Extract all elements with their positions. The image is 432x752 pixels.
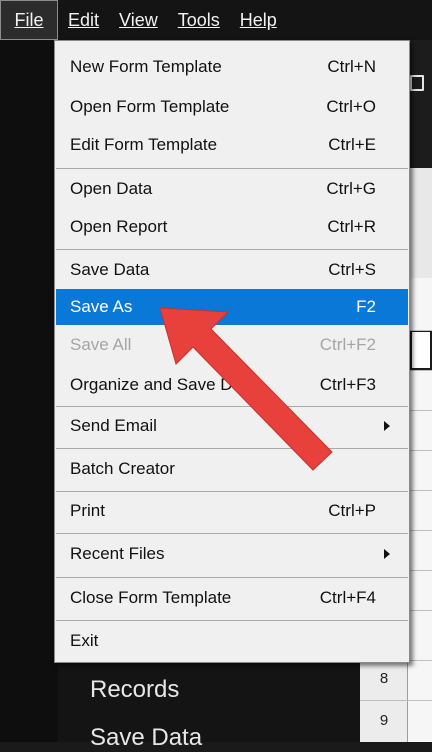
menu-help[interactable]: Help <box>230 0 287 40</box>
chevron-right-icon <box>384 421 390 431</box>
menu-item-new-form-template[interactable]: New Form Template Ctrl+N <box>56 47 408 87</box>
menu-item-label: Save All <box>70 335 132 354</box>
file-menu-dropdown: New Form Template Ctrl+N Open Form Templ… <box>54 40 410 663</box>
menu-item-label: Batch Creator <box>70 459 175 478</box>
menu-item-label: Edit Form Template <box>70 135 218 154</box>
menu-item-shortcut: Ctrl+G <box>326 179 376 198</box>
menu-item-close-form-template[interactable]: Close Form Template Ctrl+F4 <box>56 578 408 618</box>
menu-item-save-data[interactable]: Save Data Ctrl+S <box>56 250 408 290</box>
menu-item-recent-files[interactable]: Recent Files <box>56 534 408 574</box>
menu-item-label: Print <box>70 501 105 520</box>
menu-item-save-as[interactable]: Save As F2 <box>56 289 408 325</box>
menu-item-edit-form-template[interactable]: Edit Form Template Ctrl+E <box>56 125 408 165</box>
menu-item-shortcut: Ctrl+N <box>327 57 376 76</box>
menu-item-shortcut: Ctrl+F3 <box>319 375 376 394</box>
chevron-right-icon <box>384 549 390 559</box>
sidebar-strip <box>0 40 58 742</box>
menu-tools[interactable]: Tools <box>168 0 230 40</box>
menu-item-save-all: Save All Ctrl+F2 <box>56 325 408 365</box>
menu-item-open-data[interactable]: Open Data Ctrl+G <box>56 169 408 209</box>
menu-item-organize-and-save-data[interactable]: Organize and Save Data Ctrl+F3 <box>56 365 408 405</box>
menu-item-exit[interactable]: Exit <box>56 621 408 661</box>
menu-item-label: Recent Files <box>70 544 165 563</box>
menu-item-shortcut: Ctrl+R <box>327 217 376 236</box>
menu-item-send-email[interactable]: Send Email <box>56 406 408 446</box>
menu-item-label: Open Report <box>70 217 168 236</box>
menu-item-label: Open Form Template <box>70 97 230 116</box>
menu-edit[interactable]: Edit <box>58 0 109 40</box>
sidebar-item-save-data[interactable]: Save Data <box>90 724 202 752</box>
sidebar-item-records[interactable]: Records <box>90 676 179 704</box>
menu-item-label: Send Email <box>70 416 157 435</box>
menu-item-label: Save As <box>70 297 133 316</box>
grid-line <box>360 700 432 701</box>
menu-item-shortcut: Ctrl+F2 <box>319 335 376 354</box>
menu-item-label: Open Data <box>70 179 153 198</box>
menu-item-open-form-template[interactable]: Open Form Template Ctrl+O <box>56 87 408 127</box>
menu-item-label: Exit <box>70 631 99 650</box>
row-number: 8 <box>379 670 389 687</box>
menu-item-shortcut: Ctrl+O <box>326 97 376 116</box>
menu-item-open-report[interactable]: Open Report Ctrl+R <box>56 207 408 247</box>
menu-item-shortcut: Ctrl+S <box>328 260 376 279</box>
menu-item-shortcut: Ctrl+P <box>328 501 376 520</box>
menu-item-label: Save Data <box>70 260 150 279</box>
menu-view[interactable]: View <box>109 0 168 40</box>
row-number: 9 <box>379 712 389 729</box>
menu-bar: File Edit View Tools Help <box>0 0 432 40</box>
menu-item-print[interactable]: Print Ctrl+P <box>56 491 408 531</box>
window-icon[interactable] <box>410 75 424 91</box>
menu-file[interactable]: File <box>0 0 58 40</box>
menu-item-shortcut: Ctrl+F4 <box>319 588 376 607</box>
menu-item-shortcut: Ctrl+E <box>328 135 376 154</box>
menu-item-shortcut: F2 <box>356 297 376 316</box>
selected-cell[interactable] <box>410 330 432 370</box>
menu-item-label: New Form Template <box>70 57 222 76</box>
menu-item-label: Close Form Template <box>70 588 232 607</box>
menu-item-label: Organize and Save Data <box>70 375 257 394</box>
menu-item-batch-creator[interactable]: Batch Creator <box>56 449 408 489</box>
